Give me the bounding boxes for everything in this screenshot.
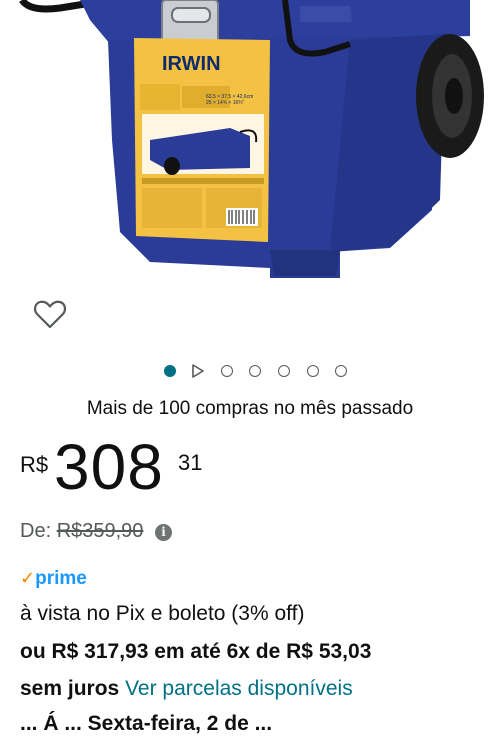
list-price: De: R$359,90 i: [20, 520, 172, 543]
list-price-label: De:: [20, 520, 52, 542]
prime-label: prime: [35, 568, 87, 589]
bought-past-month: Mais de 100 compras no mês passado: [86, 398, 414, 419]
product-image[interactable]: IRWIN 63,5 × 37,5 × 42,6cm 25 × 14¾ × 16…: [0, 0, 500, 282]
delivery-text-cut: ... Á ... Sexta-feira, 2 de ...: [20, 712, 273, 735]
carousel-dot-6[interactable]: [307, 365, 319, 377]
info-icon[interactable]: i: [155, 524, 172, 541]
carousel-dot-7[interactable]: [335, 365, 347, 377]
video-play-icon[interactable]: [192, 364, 204, 378]
toolbox-illustration: IRWIN 63,5 × 37,5 × 42,6cm 25 × 14¾ × 16…: [19, 0, 484, 278]
installment-line-2: sem juros Ver parcelas disponíveis: [20, 677, 353, 701]
wishlist-heart-icon[interactable]: [32, 296, 68, 332]
price-fraction: 31: [178, 450, 203, 475]
svg-text:25 × 14¾ × 16¾": 25 × 14¾ × 16¾": [206, 100, 244, 106]
prime-check-icon: ✓: [20, 568, 36, 588]
prime-badge: ✓prime: [20, 568, 87, 592]
carousel-dot-4[interactable]: [249, 365, 261, 377]
handle-bar: [19, 0, 86, 13]
list-price-value: R$359,90: [56, 520, 144, 542]
brand-label: IRWIN: [162, 53, 221, 75]
carousel-dot-3[interactable]: [221, 365, 233, 377]
installment-text: ou R$ 317,93 em até 6x de R$ 53,03: [20, 640, 372, 663]
image-carousel-indicator: [0, 362, 500, 382]
price-currency: R$: [20, 452, 49, 477]
installment-no-interest: sem juros: [20, 677, 120, 700]
carousel-dot-5[interactable]: [278, 365, 290, 377]
pix-discount-text: à vista no Pix e boleto (3% off): [20, 602, 305, 625]
view-installments-link[interactable]: Ver parcelas disponíveis: [125, 677, 353, 700]
product-label: IRWIN 63,5 × 37,5 × 42,6cm 25 × 14¾ × 16…: [134, 38, 270, 242]
carousel-dot-1[interactable]: [164, 365, 176, 377]
price-whole: 308: [54, 431, 164, 503]
